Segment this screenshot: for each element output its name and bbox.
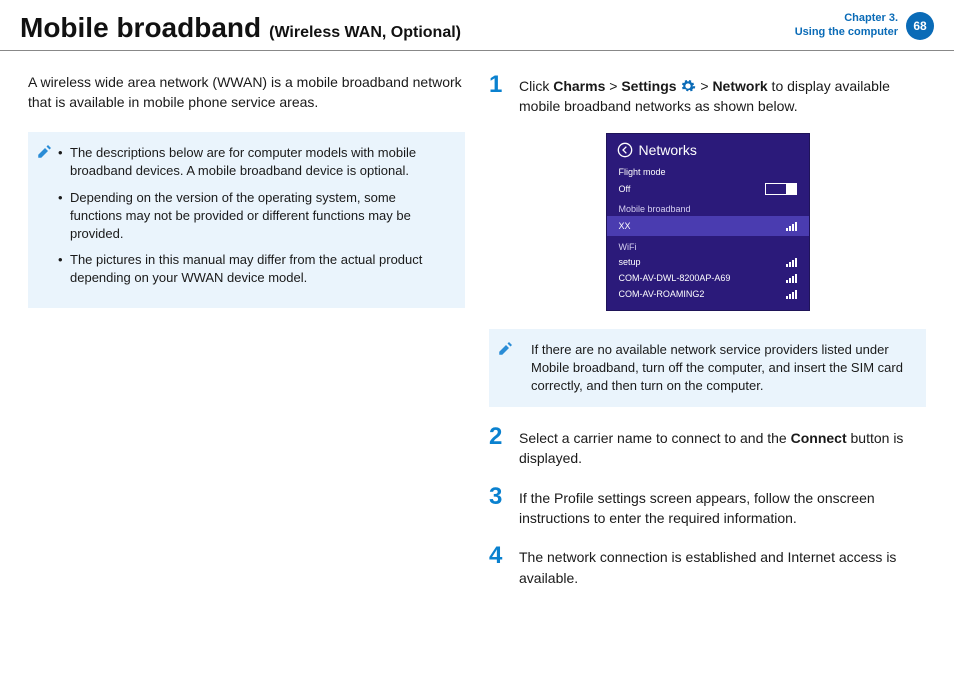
networks-panel-header: Networks	[607, 134, 809, 164]
back-arrow-icon	[617, 142, 633, 158]
flight-mode-label: Flight mode	[619, 167, 666, 177]
mobile-broadband-item: XX	[607, 216, 809, 236]
step-number: 2	[489, 425, 507, 469]
wifi-item: setup	[607, 254, 809, 270]
note-item: The pictures in this manual may differ f…	[70, 251, 451, 287]
step-4-text: The network connection is established an…	[519, 544, 926, 588]
chapter-text: Chapter 3. Using the computer	[795, 12, 898, 40]
charms-label: Charms	[553, 78, 605, 94]
text-fragment: Select a carrier name to connect to and …	[519, 430, 791, 446]
step-4: 4 The network connection is established …	[489, 544, 926, 588]
step-number: 1	[489, 73, 507, 117]
chapter-block: Chapter 3. Using the computer 68	[795, 12, 934, 40]
wifi-name: setup	[619, 257, 641, 267]
signal-bars-icon	[786, 221, 797, 231]
page-number-badge: 68	[906, 12, 934, 40]
wifi-name: COM-AV-ROAMING2	[619, 289, 705, 299]
intro-paragraph: A wireless wide area network (WWAN) is a…	[28, 73, 465, 112]
note-pencil-icon	[36, 142, 54, 160]
step-3: 3 If the Profile settings screen appears…	[489, 485, 926, 529]
text-fragment: Click	[519, 78, 553, 94]
note-item: Depending on the version of the operatin…	[70, 189, 451, 244]
wifi-item: COM-AV-ROAMING2	[607, 286, 809, 302]
right-column: 1 Click Charms > Settings > Network to d…	[489, 73, 926, 604]
page-subtitle: (Wireless WAN, Optional)	[269, 24, 461, 42]
wifi-section: WiFi	[607, 236, 809, 254]
text-fragment: >	[700, 78, 712, 94]
step-2-text: Select a carrier name to connect to and …	[519, 425, 926, 469]
flight-mode-row: Flight mode	[607, 164, 809, 180]
network-label: Network	[712, 78, 767, 94]
page-header: Mobile broadband (Wireless WAN, Optional…	[0, 0, 954, 51]
step-2: 2 Select a carrier name to connect to an…	[489, 425, 926, 469]
left-column: A wireless wide area network (WWAN) is a…	[28, 73, 465, 604]
signal-bars-icon	[786, 257, 797, 267]
title-block: Mobile broadband (Wireless WAN, Optional…	[20, 12, 461, 44]
mobile-broadband-section: Mobile broadband	[607, 198, 809, 216]
signal-bars-icon	[786, 289, 797, 299]
chapter-line2: Using the computer	[795, 26, 898, 40]
note-text: If there are no available network servic…	[507, 341, 912, 396]
networks-panel: Networks Flight mode Off Mobile broadban…	[606, 133, 810, 311]
step-number: 3	[489, 485, 507, 529]
flight-mode-value: Off	[619, 184, 631, 194]
settings-label: Settings	[621, 78, 676, 94]
note-box-right: If there are no available network servic…	[489, 329, 926, 408]
note-list: The descriptions below are for computer …	[46, 144, 451, 287]
note-box-left: The descriptions below are for computer …	[28, 132, 465, 307]
step-number: 4	[489, 544, 507, 588]
page-title: Mobile broadband	[20, 12, 261, 44]
note-pencil-icon	[497, 339, 515, 357]
carrier-name: XX	[619, 221, 631, 231]
step-1-text: Click Charms > Settings > Network to dis…	[519, 73, 926, 117]
toggle-switch-icon	[765, 183, 797, 195]
flight-mode-toggle-row: Off	[607, 180, 809, 198]
networks-title: Networks	[639, 142, 697, 158]
note-item: The descriptions below are for computer …	[70, 144, 451, 180]
signal-bars-icon	[786, 273, 797, 283]
step-1: 1 Click Charms > Settings > Network to d…	[489, 73, 926, 117]
content-columns: A wireless wide area network (WWAN) is a…	[0, 51, 954, 626]
wifi-name: COM-AV-DWL-8200AP-A69	[619, 273, 731, 283]
connect-label: Connect	[791, 430, 847, 446]
wifi-item: COM-AV-DWL-8200AP-A69	[607, 270, 809, 286]
step-3-text: If the Profile settings screen appears, …	[519, 485, 926, 529]
text-fragment: >	[605, 78, 621, 94]
chapter-line1: Chapter 3.	[795, 12, 898, 26]
gear-icon	[680, 78, 696, 94]
